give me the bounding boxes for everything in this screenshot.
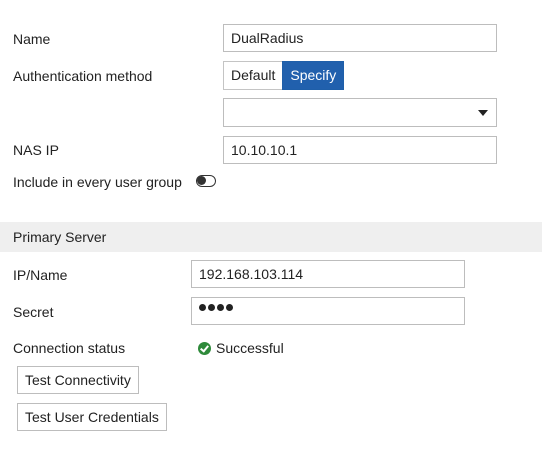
connection-status: Successful — [198, 339, 284, 357]
ip-name-input[interactable] — [191, 260, 465, 288]
toggle-knob — [197, 176, 206, 185]
name-label: Name — [13, 31, 51, 47]
secret-masked-value — [199, 304, 233, 311]
nas-ip-label: NAS IP — [13, 142, 59, 158]
auth-default-option[interactable]: Default — [223, 61, 283, 90]
test-connectivity-button[interactable]: Test Connectivity — [17, 366, 139, 394]
chevron-down-icon — [478, 110, 488, 116]
auth-method-label: Authentication method — [13, 68, 153, 84]
include-user-group-label: Include in every user group — [13, 174, 182, 190]
primary-server-section-header: Primary Server — [0, 222, 542, 252]
auth-specify-option[interactable]: Specify — [282, 61, 345, 90]
auth-method-select[interactable] — [223, 98, 497, 127]
secret-dot — [226, 304, 233, 311]
include-user-group-toggle[interactable] — [196, 175, 216, 187]
nas-ip-input[interactable] — [223, 136, 497, 164]
secret-input[interactable] — [191, 297, 465, 325]
secret-label: Secret — [13, 304, 54, 320]
secret-dot — [199, 304, 206, 311]
auth-method-toggle: Default Specify — [223, 61, 345, 90]
ip-name-label: IP/Name — [13, 267, 68, 283]
section-title: Primary Server — [13, 229, 107, 245]
connection-status-text: Successful — [216, 340, 284, 356]
test-user-credentials-button[interactable]: Test User Credentials — [17, 403, 167, 431]
connection-status-label: Connection status — [13, 340, 126, 356]
check-circle-icon — [198, 341, 211, 355]
secret-dot — [208, 304, 215, 311]
name-input[interactable] — [223, 24, 497, 52]
secret-dot — [217, 304, 224, 311]
